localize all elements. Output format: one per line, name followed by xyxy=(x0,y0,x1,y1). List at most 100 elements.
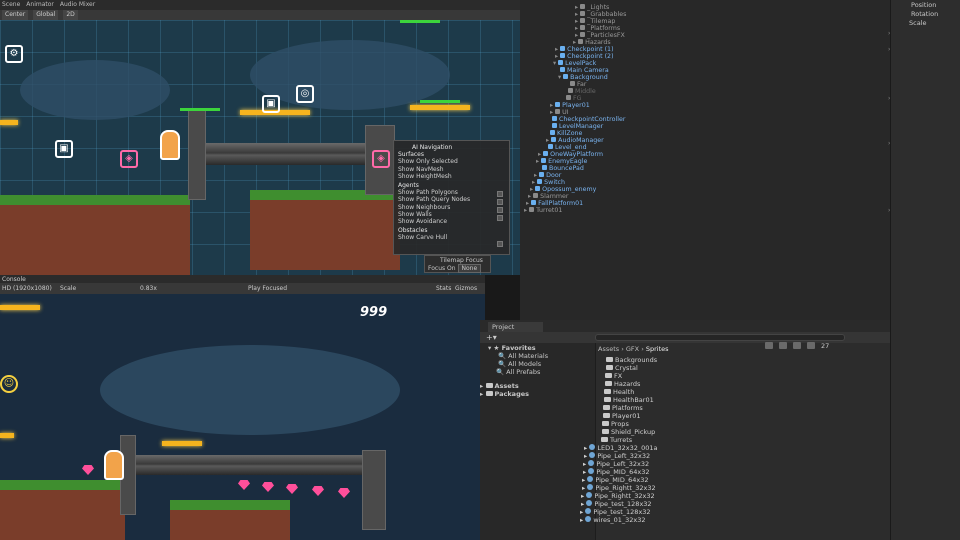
packages-root[interactable]: ▸ Packages xyxy=(480,390,529,398)
folder-icon xyxy=(602,421,609,426)
star-icon[interactable] xyxy=(807,342,815,349)
show-walls-option[interactable]: Show Walls xyxy=(398,211,505,218)
search-by-label-icon[interactable] xyxy=(779,342,787,349)
favorite-item[interactable]: 🔍 All Models xyxy=(498,360,541,368)
prefab-icon xyxy=(552,116,557,121)
tilemap-focus-overlay[interactable]: Tilemap Focus Focus On None xyxy=(424,255,491,273)
position-label: Position xyxy=(911,1,937,9)
add-asset-button[interactable]: +▾ xyxy=(486,333,497,342)
hidden-count[interactable]: 27 xyxy=(821,342,829,350)
gizmo-icon[interactable]: ⚙ xyxy=(5,45,23,63)
global-local-toggle[interactable]: Global xyxy=(33,10,59,20)
rotation-label: Rotation xyxy=(911,10,939,18)
checkbox-icon[interactable] xyxy=(497,215,503,221)
hierarchy-item[interactable]: ▸ Turret01 xyxy=(524,207,562,214)
sprite-icon xyxy=(587,484,594,490)
surfaces-header[interactable]: Surfaces xyxy=(398,151,505,158)
tab-scene[interactable]: Scene xyxy=(2,0,20,10)
project-toolbar-icons: 27 xyxy=(765,342,829,350)
sprite-item[interactable]: ▸ Pipe_test_128x32 xyxy=(581,500,652,508)
gizmos-button[interactable]: Gizmos xyxy=(455,283,477,294)
tab-animator[interactable]: Animator xyxy=(26,0,54,10)
project-content[interactable]: Assets › GFX › Sprites Backgrounds Cryst… xyxy=(580,343,890,540)
show-neighbours-option[interactable]: Show Neighbours xyxy=(398,204,505,211)
game-view[interactable]: Console HD (1920x1080) Scale 0.83x Play … xyxy=(0,275,485,540)
sprite-item[interactable]: ▸ Pipe_Left_32x32 xyxy=(583,460,649,468)
prefab-icon xyxy=(552,123,557,128)
folder-item[interactable]: Shield_Pickup xyxy=(602,428,655,436)
tab-audio-mixer[interactable]: Audio Mixer xyxy=(60,0,95,10)
play-focused-dropdown[interactable]: Play Focused xyxy=(248,283,287,294)
checkbox-icon[interactable] xyxy=(497,241,503,247)
focus-on-dropdown[interactable]: None xyxy=(457,264,482,273)
folder-item[interactable]: Player01 xyxy=(603,412,641,420)
gold-platform xyxy=(0,305,40,310)
sprite-item[interactable]: ▸ Pipe_MID_64x32 xyxy=(582,476,648,484)
camera-gizmo-icon[interactable]: ▣ xyxy=(262,95,280,113)
sprite-icon xyxy=(585,508,592,514)
show-only-selected-option[interactable]: Show Only Selected xyxy=(398,158,505,165)
sprite-item[interactable]: ▸ Pipe_Left_32x32 xyxy=(584,452,650,460)
folder-item[interactable]: Turrets xyxy=(601,436,632,444)
sprite-item[interactable]: ▸ Pipe_Rightt_32x32 xyxy=(581,492,655,500)
project-panel[interactable]: Project +▾ ▾ ★ Favorites 🔍 All Materials… xyxy=(480,320,890,540)
show-path-polygons-option[interactable]: Show Path Polygons xyxy=(398,189,505,196)
show-navmesh-option[interactable]: Show NavMesh xyxy=(398,166,505,173)
ai-navigation-overlay[interactable]: AI Navigation Surfaces Show Only Selecte… xyxy=(393,140,510,255)
folder-item[interactable]: HealthBar01 xyxy=(604,396,654,404)
camera-gizmo-icon[interactable]: ▣ xyxy=(55,140,73,158)
checkbox-icon[interactable] xyxy=(497,207,503,213)
prefab-icon xyxy=(543,151,549,156)
sprite-item[interactable]: ▸ LED1_32x32_001a xyxy=(584,444,658,452)
checkbox-icon[interactable] xyxy=(497,191,503,197)
breadcrumb-assets[interactable]: Assets xyxy=(598,345,619,353)
stats-button[interactable]: Stats xyxy=(436,283,451,294)
info-icon[interactable] xyxy=(793,342,801,349)
folder-item[interactable]: Props xyxy=(602,420,629,428)
camera-gizmo-icon[interactable]: ◎ xyxy=(296,85,314,103)
project-tree[interactable]: ▾ ★ Favorites 🔍 All Materials 🔍 All Mode… xyxy=(480,343,595,540)
sprite-item[interactable]: ▸ Pipe_test_128x32 xyxy=(580,508,651,516)
sprite-item[interactable]: ▸ Pipe_MID_64x32 xyxy=(583,468,649,476)
checkpoint-gizmo-icon[interactable]: ◈ xyxy=(372,150,390,168)
gold-platform xyxy=(0,433,14,438)
sprite-item[interactable]: ▸ Pipe_Rightt_32x32 xyxy=(582,484,656,492)
scale-label: Scale xyxy=(60,285,77,292)
favorite-item[interactable]: 🔍 All Prefabs xyxy=(496,368,540,376)
checkpoint-gizmo-icon[interactable]: ◈ xyxy=(120,150,138,168)
assets-root[interactable]: ▸ Assets xyxy=(480,382,519,390)
favorite-item[interactable]: 🔍 All Materials xyxy=(498,352,548,360)
show-heightmesh-option[interactable]: Show HeightMesh xyxy=(398,173,505,180)
prefab-icon xyxy=(555,102,561,107)
tab-console[interactable]: Console xyxy=(0,276,26,283)
scene-view[interactable]: Scene Animator Audio Mixer Center Global… xyxy=(0,0,520,275)
breadcrumb-sprites[interactable]: Sprites xyxy=(646,345,669,353)
checkbox-icon[interactable] xyxy=(497,199,503,205)
folder-item[interactable]: Backgrounds xyxy=(606,356,657,364)
prefab-icon xyxy=(535,186,541,191)
project-search-input[interactable] xyxy=(595,334,845,341)
folder-item[interactable]: Crystal xyxy=(606,364,638,372)
favorites-header[interactable]: ▾ ★ Favorites xyxy=(488,344,536,352)
agents-header[interactable]: Agents xyxy=(398,182,505,189)
show-path-query-nodes-option[interactable]: Show Path Query Nodes xyxy=(398,196,505,203)
sprite-item[interactable]: ▸ wires_01_32x32 xyxy=(580,516,646,524)
2d-toggle[interactable]: 2D xyxy=(63,10,78,20)
show-avoidance-option[interactable]: Show Avoidance xyxy=(398,218,505,225)
obstacles-header[interactable]: Obstacles xyxy=(398,227,505,234)
pivot-center-toggle[interactable]: Center xyxy=(2,10,29,20)
folder-item[interactable]: Platforms xyxy=(603,404,643,412)
show-carve-hull-option[interactable]: Show Carve Hull xyxy=(398,234,505,241)
folder-item[interactable]: FX xyxy=(605,372,622,380)
sprite-icon xyxy=(586,492,593,498)
resolution-dropdown[interactable]: HD (1920x1080) xyxy=(2,283,52,294)
player-sprite[interactable] xyxy=(160,130,180,160)
search-by-type-icon[interactable] xyxy=(765,342,773,349)
tab-project[interactable]: Project xyxy=(488,322,543,332)
breadcrumb-gfx[interactable]: GFX xyxy=(626,345,639,353)
folder-item[interactable]: Hazards xyxy=(605,380,640,388)
scale-label: Scale xyxy=(909,19,927,27)
hierarchy-panel[interactable]: ▸ _Lights ▸ _Grabbables ▸ _Tilemap ▸ _Platfo… xyxy=(520,0,890,320)
inspector-panel[interactable]: Position Rotation Scale xyxy=(890,0,960,540)
folder-item[interactable]: Health xyxy=(604,388,634,396)
